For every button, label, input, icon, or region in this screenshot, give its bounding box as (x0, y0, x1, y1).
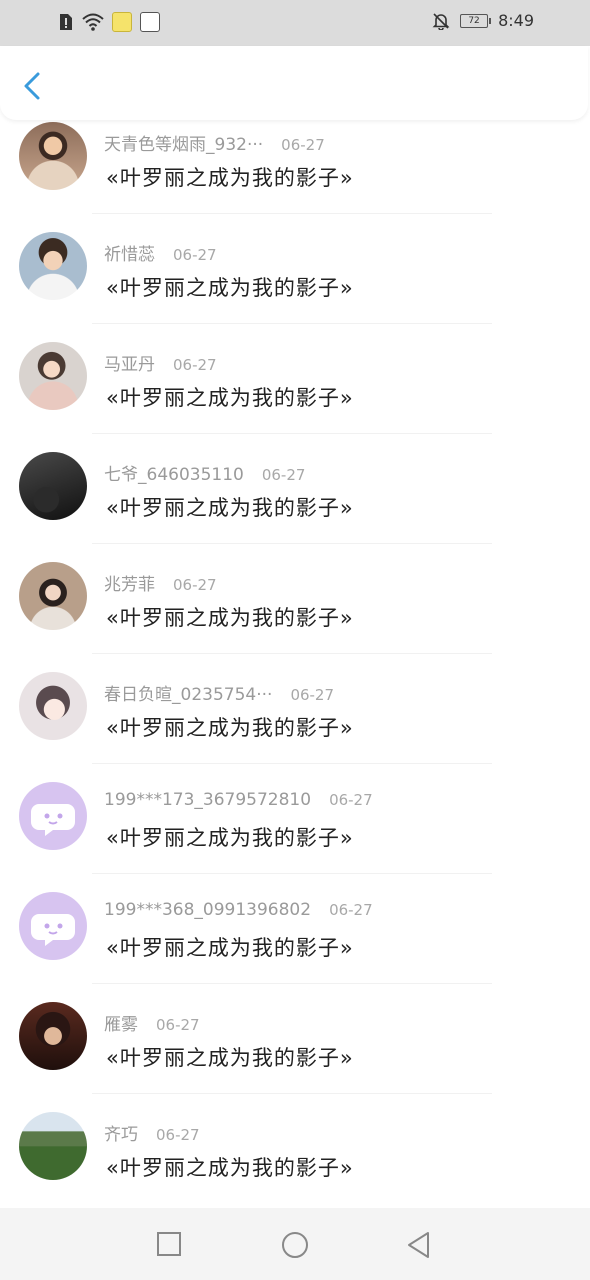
comment-date: 06-27 (156, 1016, 200, 1034)
comment-meta: 祈惜蕊 06-27 (104, 240, 217, 265)
battery-level: 72 (468, 15, 480, 26)
comment-date: 06-27 (329, 901, 373, 919)
avatar[interactable] (19, 122, 87, 190)
avatar[interactable] (19, 342, 87, 410)
recent-apps-button[interactable] (155, 1230, 183, 1262)
comment-date: 06-27 (329, 791, 373, 809)
avatar[interactable] (19, 232, 87, 300)
comment-date: 06-27 (261, 466, 306, 484)
chevron-left-icon (24, 72, 40, 100)
comment-date: 06-27 (290, 686, 335, 704)
top-app-bar (0, 46, 588, 120)
comment-text: «叶罗丽之成为我的影子» (106, 936, 354, 960)
list-item[interactable]: 齐巧 06-27 «叶罗丽之成为我的影子» (0, 1094, 590, 1204)
comment-text: «叶罗丽之成为我的影子» (106, 1046, 354, 1070)
back-button[interactable] (18, 68, 46, 104)
list-item[interactable]: 祈惜蕊 06-27 «叶罗丽之成为我的影子» (0, 214, 590, 324)
comment-text: «叶罗丽之成为我的影子» (106, 386, 354, 410)
user-name[interactable]: 春日负暄_0235754··· (104, 680, 272, 705)
avatar[interactable] (19, 782, 87, 850)
comment-text: «叶罗丽之成为我的影子» (106, 276, 354, 300)
recent-apps-icon (157, 1232, 181, 1256)
default-avatar-icon (31, 804, 75, 836)
comment-text: «叶罗丽之成为我的影子» (106, 496, 354, 520)
alert-icon (60, 14, 72, 30)
avatar[interactable] (19, 672, 87, 740)
avatar[interactable] (19, 1112, 87, 1180)
status-left-icons (58, 12, 160, 32)
wifi-icon (82, 13, 104, 31)
comment-text: «叶罗丽之成为我的影子» (106, 826, 354, 850)
comment-date: 06-27 (156, 1126, 200, 1144)
list-item[interactable]: 兆芳菲 06-27 «叶罗丽之成为我的影子» (0, 544, 590, 654)
home-button[interactable] (280, 1230, 310, 1264)
user-name[interactable]: 雁雾 (104, 1010, 138, 1035)
list-item[interactable]: 马亚丹 06-27 «叶罗丽之成为我的影子» (0, 324, 590, 434)
comment-date: 06-27 (173, 246, 217, 264)
status-time: 8:49 (498, 11, 534, 30)
list-item[interactable]: 春日负暄_0235754··· 06-27 «叶罗丽之成为我的影子» (0, 654, 590, 764)
comment-meta: 雁雾 06-27 (104, 1010, 200, 1035)
nav-back-button[interactable] (405, 1230, 433, 1264)
navigation-bar (0, 1208, 590, 1280)
status-bar: 72 8:49 (0, 0, 590, 46)
avatar[interactable] (19, 562, 87, 630)
list-item[interactable]: 199***173_3679572810 06-27 «叶罗丽之成为我的影子» (0, 764, 590, 874)
list-item[interactable]: 199***368_0991396802 06-27 «叶罗丽之成为我的影子» (0, 874, 590, 984)
comment-meta: 马亚丹 06-27 (104, 350, 217, 375)
user-name[interactable]: 199***173_3679572810 (104, 790, 311, 810)
user-name[interactable]: 兆芳菲 (104, 570, 155, 595)
comment-meta: 199***173_3679572810 06-27 (104, 790, 373, 810)
user-name[interactable]: 天青色等烟雨_932··· (104, 130, 263, 155)
user-name[interactable]: 祈惜蕊 (104, 240, 155, 265)
comment-text: «叶罗丽之成为我的影子» (106, 716, 354, 740)
app-icon-2 (140, 12, 160, 32)
user-name[interactable]: 齐巧 (104, 1120, 138, 1145)
comment-meta: 兆芳菲 06-27 (104, 570, 217, 595)
comment-text: «叶罗丽之成为我的影子» (106, 1156, 354, 1180)
comment-date: 06-27 (281, 136, 325, 154)
status-right-icons: 72 8:49 (432, 11, 534, 30)
comment-meta: 天青色等烟雨_932··· 06-27 (104, 130, 325, 155)
avatar[interactable] (19, 892, 87, 960)
comment-meta: 199***368_0991396802 06-27 (104, 900, 373, 920)
user-name[interactable]: 199***368_0991396802 (104, 900, 311, 920)
comment-date: 06-27 (173, 576, 217, 594)
comment-list: 天青色等烟雨_932··· 06-27 «叶罗丽之成为我的影子» 祈惜蕊 06-… (0, 104, 590, 1204)
comment-meta: 齐巧 06-27 (104, 1120, 200, 1145)
comment-date: 06-27 (173, 356, 217, 374)
user-name[interactable]: 七爷_646035110 (104, 460, 244, 485)
back-icon (408, 1232, 429, 1258)
avatar[interactable] (19, 1002, 87, 1070)
list-item[interactable]: 天青色等烟雨_932··· 06-27 «叶罗丽之成为我的影子» (0, 104, 590, 214)
avatar[interactable] (19, 452, 87, 520)
home-icon (282, 1232, 308, 1258)
list-item[interactable]: 七爷_646035110 06-27 «叶罗丽之成为我的影子» (0, 434, 590, 544)
user-name[interactable]: 马亚丹 (104, 350, 155, 375)
bell-off-icon (432, 12, 450, 30)
battery-icon: 72 (460, 13, 492, 28)
comment-meta: 春日负暄_0235754··· 06-27 (104, 680, 334, 705)
comment-text: «叶罗丽之成为我的影子» (106, 166, 354, 190)
list-item[interactable]: 雁雾 06-27 «叶罗丽之成为我的影子» (0, 984, 590, 1094)
comment-meta: 七爷_646035110 06-27 (104, 460, 305, 485)
app-icon-1 (112, 12, 132, 32)
comment-text: «叶罗丽之成为我的影子» (106, 606, 354, 630)
default-avatar-icon (31, 914, 75, 946)
